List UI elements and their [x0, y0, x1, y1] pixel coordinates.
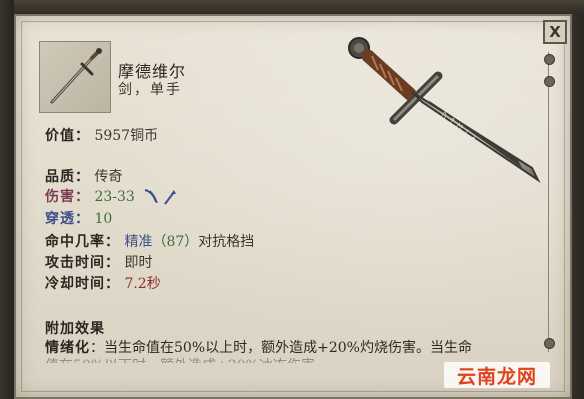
item-icon-frame	[39, 41, 111, 113]
value-label: 价值：	[45, 128, 90, 144]
background-top-strip	[0, 0, 584, 14]
slash-damage-icon	[144, 189, 177, 205]
accuracy-row: 命中几率： 精准（87）对抗格挡	[45, 231, 254, 251]
damage-label: 伤害：	[45, 189, 90, 205]
attack-time-label: 攻击时间：	[45, 255, 120, 271]
close-icon: X	[549, 23, 561, 41]
quality-row: 品质： 传奇	[45, 166, 122, 186]
damage-row: 伤害： 23-33	[45, 186, 177, 206]
watermark: 云南龙网	[444, 362, 550, 388]
recovery-row: 冷却时间： 7.2秒	[45, 273, 161, 293]
recovery-label: 冷却时间：	[45, 276, 120, 292]
penetration-value: 10	[94, 211, 113, 227]
accuracy-suffix: 对抗格挡	[198, 234, 255, 250]
value-row: 价值： 5957铜币	[45, 125, 158, 145]
accuracy-type: 精准	[124, 234, 153, 250]
accuracy-value: （87）	[152, 234, 199, 250]
watermark-text: 云南龙网	[456, 365, 537, 388]
effect-name: 情绪化	[45, 340, 90, 356]
sword-illustration: ᚢᛏᛖᚾᛟ	[348, 37, 541, 183]
damage-value: 23-33	[94, 189, 135, 205]
recovery-value: 7.2秒	[124, 276, 161, 292]
sword-icon	[50, 48, 102, 104]
accuracy-label: 命中几率：	[45, 234, 120, 250]
attack-time-value: 即时	[124, 255, 153, 271]
quality-label: 品质：	[45, 169, 90, 185]
effect-description: 情绪化：当生命值在50%以上时，额外造成+20%灼烧伤害。当生命	[45, 337, 545, 357]
item-subtype: 剑，单手	[118, 82, 182, 98]
penetration-label: 穿透：	[45, 211, 90, 227]
penetration-row: 穿透： 10	[45, 208, 112, 228]
quality-value: 传奇	[94, 169, 123, 185]
value-amount: 5957铜币	[94, 128, 159, 144]
svg-text:ᚢᛏᛖᚾᛟ: ᚢᛏᛖᚾᛟ	[436, 109, 481, 148]
effect-text-line1: ：当生命值在50%以上时，额外造成+20%灼烧伤害。当生命	[90, 340, 472, 356]
attack-time-row: 攻击时间： 即时	[45, 252, 152, 272]
effects-title: 附加效果	[45, 321, 105, 337]
scroll-marker-icon	[544, 338, 555, 349]
background-left-edge	[0, 0, 14, 399]
scrollbar[interactable]	[548, 52, 557, 352]
